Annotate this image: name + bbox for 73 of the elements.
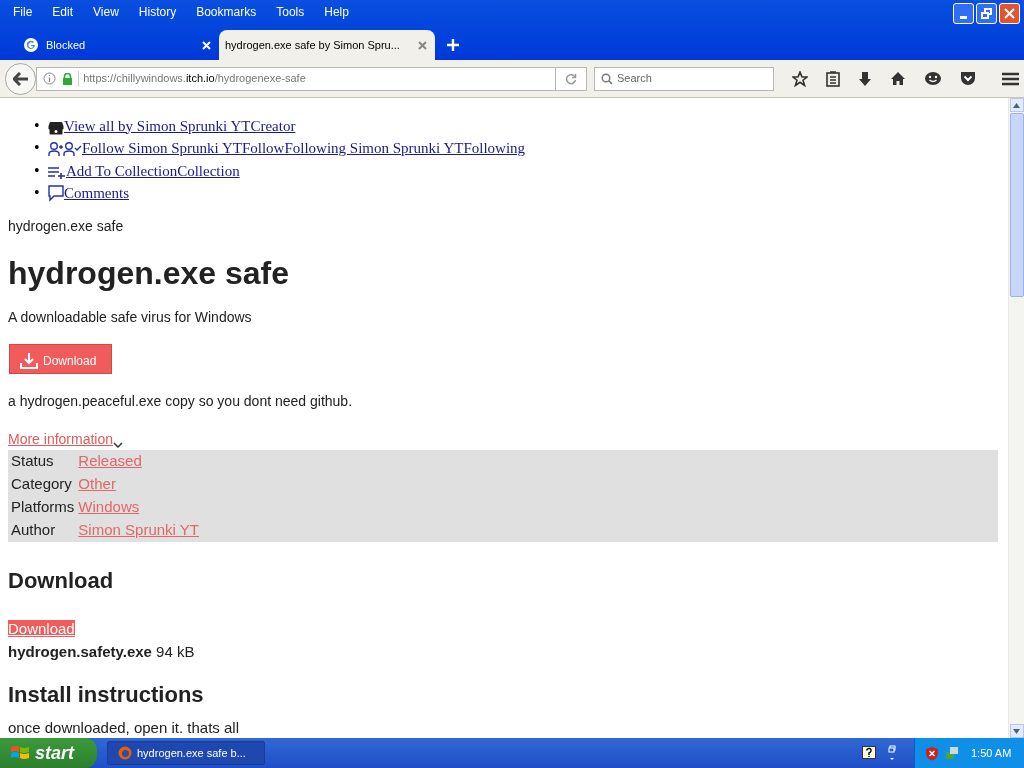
reload-button[interactable] <box>555 66 587 91</box>
connection-icon <box>945 745 959 761</box>
scrollbar-thumb[interactable] <box>1009 113 1024 297</box>
bullet-mark: • <box>34 184 41 202</box>
bullet-mark: • <box>34 161 41 180</box>
chevron-down-icon <box>113 442 124 448</box>
lock-icon <box>62 72 74 85</box>
windows-logo-icon <box>10 744 30 762</box>
menu-icon[interactable] <box>1002 71 1019 86</box>
bullet-mark: • <box>34 116 41 135</box>
clipboard-icon[interactable] <box>826 70 840 87</box>
controller-icon <box>48 120 64 135</box>
close-button[interactable] <box>999 3 1020 24</box>
reload-icon <box>564 72 577 85</box>
taskbar-window-button[interactable]: hydrogen.exe safe b... <box>107 741 265 765</box>
clock-text: 1:50 AM <box>971 745 1012 761</box>
pocket-icon[interactable] <box>960 71 976 86</box>
home-icon[interactable] <box>890 71 906 86</box>
shield-alert-icon <box>925 745 939 761</box>
file-info-text: hydrogen.safety.exe 94 kB <box>8 642 196 662</box>
bookmark-star-icon[interactable] <box>792 70 808 87</box>
people-icon <box>48 141 82 157</box>
download-icon[interactable] <box>858 70 872 87</box>
menu-item[interactable]: Edit <box>47 3 79 21</box>
scrollbar[interactable] <box>1008 98 1024 738</box>
menu-item[interactable]: Tools <box>271 3 310 21</box>
browser-tab[interactable]: hydrogen.exe safe by Simon Spru... <box>219 30 435 60</box>
menu-item[interactable]: Help <box>319 3 354 21</box>
new-tab-icon[interactable] <box>447 39 459 51</box>
restore-button[interactable] <box>976 3 997 24</box>
nav-link[interactable]: Add To CollectionCollection <box>66 161 240 180</box>
add-to-list-icon <box>48 165 66 180</box>
search-input[interactable]: Search <box>616 70 767 87</box>
more-information-link[interactable]: More information <box>8 429 114 450</box>
back-icon <box>12 71 29 86</box>
nav-link[interactable]: View all by Simon Sprunki YTCreator <box>64 116 296 135</box>
section-heading: Download <box>8 567 115 595</box>
minimize-button[interactable] <box>953 3 974 24</box>
url-text: https://chillywindows.itch.io/hydrogenexe-safe <box>83 71 306 87</box>
table-cell: Platforms <box>8 496 79 519</box>
nav-link[interactable]: Follow Simon Sprunki YTFollowFollowing Simon Sprunki YTFollowing <box>82 139 526 157</box>
table-cell: Author <box>8 519 79 542</box>
section-heading: Install instructions <box>8 680 205 709</box>
page-title: hydrogen.exe safe <box>8 254 290 293</box>
description-text: a hydrogen.peaceful.exe copy so you dont need github. <box>8 392 354 411</box>
nav-link[interactable]: Comments <box>64 184 129 202</box>
download-icon <box>20 352 38 370</box>
install-instructions-text: once downloaded, open it. thats all <box>8 717 240 738</box>
browser-tab[interactable]: Blocked <box>14 30 219 60</box>
speech-bubble-icon <box>48 185 64 202</box>
network-icon <box>888 745 896 761</box>
search-icon <box>600 72 613 85</box>
start-button[interactable]: start <box>0 738 97 768</box>
scroll-up-icon[interactable] <box>1013 102 1020 108</box>
menu-item[interactable]: Bookmarks <box>191 3 262 21</box>
info-icon <box>43 72 57 85</box>
scroll-down-icon[interactable] <box>1013 728 1020 734</box>
smiley-chat-icon[interactable] <box>924 70 942 87</box>
menu-item[interactable]: History <box>133 3 182 21</box>
address-bar[interactable]: https://chillywindows.itch.io/hydrogenexe-safe <box>36 66 556 91</box>
browser-logo-icon <box>118 746 132 760</box>
search-field[interactable]: Search <box>593 66 774 91</box>
table-cell: Category <box>8 473 79 496</box>
bullet-mark: • <box>34 139 41 157</box>
table-cell: Status <box>8 450 79 473</box>
menu-item[interactable]: View <box>88 3 124 21</box>
breadcrumb-text: hydrogen.exe safe <box>8 217 125 236</box>
menu-item[interactable]: File <box>8 3 38 21</box>
google-logo-icon <box>24 38 38 52</box>
back-button[interactable] <box>5 62 37 95</box>
tagline-text: A downloadable safe virus for Windows <box>8 308 253 327</box>
close-icon <box>1004 8 1015 19</box>
help-icon <box>862 745 876 761</box>
